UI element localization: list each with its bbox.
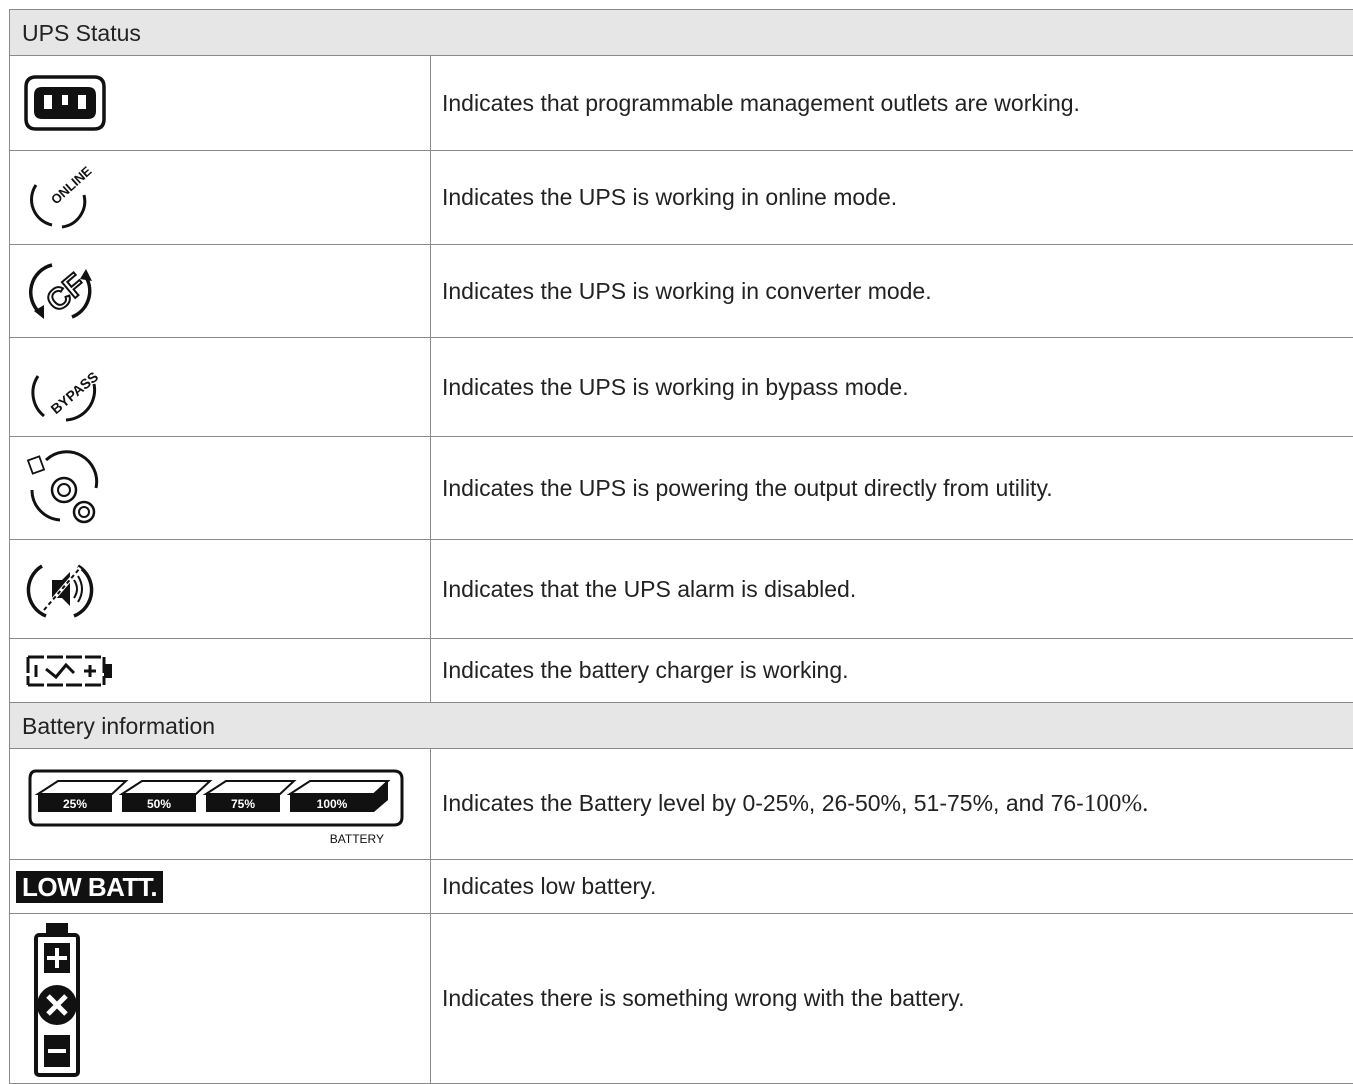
converter-mode-icon: CF bbox=[22, 255, 102, 327]
ups-status-table: UPS Status Indicates that programmable m… bbox=[9, 9, 1353, 1084]
row-description: Indicates the battery charger is working… bbox=[431, 639, 1353, 703]
row-description: Indicates that the UPS alarm is disabled… bbox=[431, 540, 1353, 639]
row-description: Indicates the Battery level by 0-25%, 26… bbox=[431, 749, 1353, 860]
icon-cell: BYPASS bbox=[10, 338, 431, 437]
icon-cell: ONLINE bbox=[10, 151, 431, 245]
battery-level-label: 75% bbox=[231, 797, 255, 811]
utility-direct-icon bbox=[22, 450, 106, 526]
row-description: Indicates the UPS is working in bypass m… bbox=[431, 338, 1353, 437]
icon-cell: CF bbox=[10, 245, 431, 338]
table-row: LOW BATT. Indicates low battery. bbox=[10, 860, 1353, 914]
row-description-main: Indicates the Battery level by 0-25%, 26… bbox=[442, 790, 1084, 816]
table-row: ONLINE Indicates the UPS is working in o… bbox=[10, 151, 1353, 245]
battery-segment: 50% bbox=[122, 781, 210, 812]
bypass-mode-icon: BYPASS bbox=[22, 350, 106, 424]
icon-cell bbox=[10, 437, 431, 540]
table-row: Indicates that programmable management o… bbox=[10, 56, 1353, 151]
row-description: Indicates that programmable management o… bbox=[431, 56, 1353, 151]
icon-cell bbox=[10, 56, 431, 151]
section-title-ups-status: UPS Status bbox=[10, 10, 1353, 56]
table-row: CF Indicates the UPS is working in conve… bbox=[10, 245, 1353, 338]
icon-cell bbox=[10, 914, 431, 1084]
battery-level-label: 25% bbox=[63, 797, 87, 811]
section-header-row: Battery information bbox=[10, 703, 1353, 749]
battery-segment: 100% bbox=[290, 781, 388, 812]
outlet-icon bbox=[22, 73, 108, 133]
battery-level-icon: 25% 50% 75% 100% BATTE bbox=[22, 759, 408, 849]
row-description-tail: 100%. bbox=[1084, 790, 1149, 817]
icon-cell bbox=[10, 540, 431, 639]
online-mode-icon: ONLINE bbox=[22, 165, 102, 231]
icon-cell: LOW BATT. bbox=[10, 860, 431, 914]
icon-cell: 25% 50% 75% 100% BATTE bbox=[10, 749, 431, 860]
section-header-row: UPS Status bbox=[10, 10, 1353, 56]
table-row: 25% 50% 75% 100% BATTE bbox=[10, 749, 1353, 860]
battery-segment: 75% bbox=[206, 781, 294, 812]
table-row: Indicates there is something wrong with … bbox=[10, 914, 1353, 1084]
battery-charger-icon bbox=[22, 651, 118, 691]
icon-cell bbox=[10, 639, 431, 703]
online-label: ONLINE bbox=[48, 165, 95, 207]
row-description: Indicates the UPS is working in converte… bbox=[431, 245, 1353, 338]
table-row: Indicates that the UPS alarm is disabled… bbox=[10, 540, 1353, 639]
battery-segment: 25% bbox=[38, 781, 126, 812]
battery-level-label: 100% bbox=[317, 797, 348, 811]
battery-caption: BATTERY bbox=[330, 832, 384, 846]
row-description: Indicates there is something wrong with … bbox=[431, 914, 1353, 1084]
alarm-disabled-icon bbox=[22, 552, 102, 626]
row-description: Indicates the UPS is working in online m… bbox=[431, 151, 1353, 245]
low-battery-icon: LOW BATT. bbox=[16, 871, 163, 903]
row-description: Indicates low battery. bbox=[431, 860, 1353, 914]
table-row: Indicates the battery charger is working… bbox=[10, 639, 1353, 703]
battery-fault-icon bbox=[32, 919, 82, 1079]
table-row: Indicates the UPS is powering the output… bbox=[10, 437, 1353, 540]
row-description: Indicates the UPS is powering the output… bbox=[431, 437, 1353, 540]
section-title-battery-information: Battery information bbox=[10, 703, 1353, 749]
battery-level-label: 50% bbox=[147, 797, 171, 811]
table-row: BYPASS Indicates the UPS is working in b… bbox=[10, 338, 1353, 437]
